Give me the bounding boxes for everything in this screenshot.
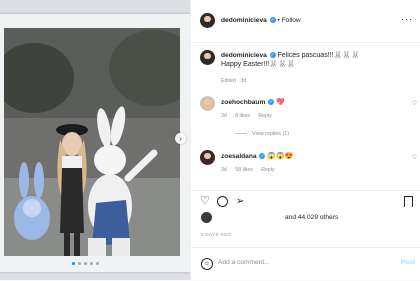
comment-text: zoehochbaum ✓ 💖	[221, 98, 396, 107]
comment-body: 💖	[276, 99, 285, 106]
carousel-dot	[90, 262, 93, 265]
caption-avatar[interactable]	[200, 50, 215, 65]
comment-text: zoesaldana ✓ 😱😱😍	[221, 152, 396, 161]
view-replies-button[interactable]: View replies (1)	[235, 131, 289, 137]
comment-meta: 3d 58 likes Reply	[221, 167, 282, 173]
caption-text: dedominicieva ✓ Felices pascuas!!!🐰🐰🐰 Ha…	[221, 51, 396, 69]
reply-button[interactable]: Reply	[258, 113, 271, 119]
polaroid-frame	[0, 14, 190, 272]
carousel-dot	[78, 262, 81, 265]
instagram-post: › dedominicieva ✓ • Follow ··· dedominic…	[0, 0, 420, 280]
comment-body: 😱😱😍	[267, 153, 294, 160]
add-comment-input[interactable]: Add a comment...	[218, 259, 270, 266]
caption-meta: Edited · 3d	[221, 78, 247, 84]
post-photo	[4, 28, 180, 256]
comments-list: dedominicieva ✓ Felices pascuas!!!🐰🐰🐰 Ha…	[191, 43, 420, 191]
comment-username[interactable]: zoesaldana	[221, 153, 257, 160]
post-media[interactable]: ›	[0, 0, 190, 280]
carousel-dot	[84, 262, 87, 265]
action-bar: ♡ ➢	[191, 190, 420, 213]
comment-time: 3d	[221, 113, 227, 119]
heart-icon[interactable]: ♡	[200, 196, 210, 207]
carousel-dot	[96, 262, 99, 265]
comment-likes[interactable]: 58 likes	[235, 167, 253, 173]
verified-icon: ✓	[268, 99, 275, 106]
caption-line-1: Felices pascuas!!!🐰🐰🐰	[277, 52, 360, 59]
comment-username[interactable]: zoehochbaum	[221, 99, 265, 106]
post-sidebar: dedominicieva ✓ • Follow ··· dedominicie…	[190, 0, 420, 280]
add-comment-bar: ☺ Add a comment... Post	[191, 247, 420, 281]
caption-username[interactable]: dedominicieva	[221, 52, 267, 59]
follow-button[interactable]: Follow	[282, 17, 301, 24]
verified-icon: ✓	[259, 153, 266, 160]
chevron-right-icon[interactable]: ›	[175, 133, 186, 144]
reply-button[interactable]: Reply	[261, 167, 274, 173]
heart-icon[interactable]: ♡	[412, 154, 417, 161]
more-horizontal-icon[interactable]: ···	[401, 14, 413, 24]
comment-likes[interactable]: 8 likes	[235, 113, 250, 119]
verified-icon: ✓	[269, 17, 276, 24]
comment-avatar[interactable]	[200, 150, 215, 165]
heart-icon[interactable]: ♡	[412, 100, 417, 107]
likes-count[interactable]: and 44.029 others	[285, 214, 338, 221]
share-icon[interactable]: ➢	[236, 196, 244, 207]
carousel-dots	[72, 262, 99, 265]
comment-meta: 3d 8 likes Reply	[221, 113, 279, 119]
comment-avatar[interactable]	[200, 96, 215, 111]
author-avatar[interactable]	[200, 13, 215, 28]
liker-avatar	[201, 212, 212, 223]
post-header: dedominicieva ✓ • Follow ···	[191, 0, 420, 43]
comment-time: 3d	[221, 167, 227, 173]
emoji-icon[interactable]: ☺	[201, 258, 213, 270]
author-username[interactable]: dedominicieva	[221, 17, 267, 24]
post-button[interactable]: Post	[401, 259, 415, 266]
bookmark-icon[interactable]	[404, 196, 413, 207]
verified-icon: ✓	[269, 52, 276, 59]
carousel-dot	[72, 262, 75, 265]
post-date: 3 DAYS AGO	[201, 232, 232, 237]
caption-line-2: Happy Easter!!!🐰🐰🐰	[221, 61, 296, 68]
comment-icon[interactable]	[217, 196, 228, 207]
